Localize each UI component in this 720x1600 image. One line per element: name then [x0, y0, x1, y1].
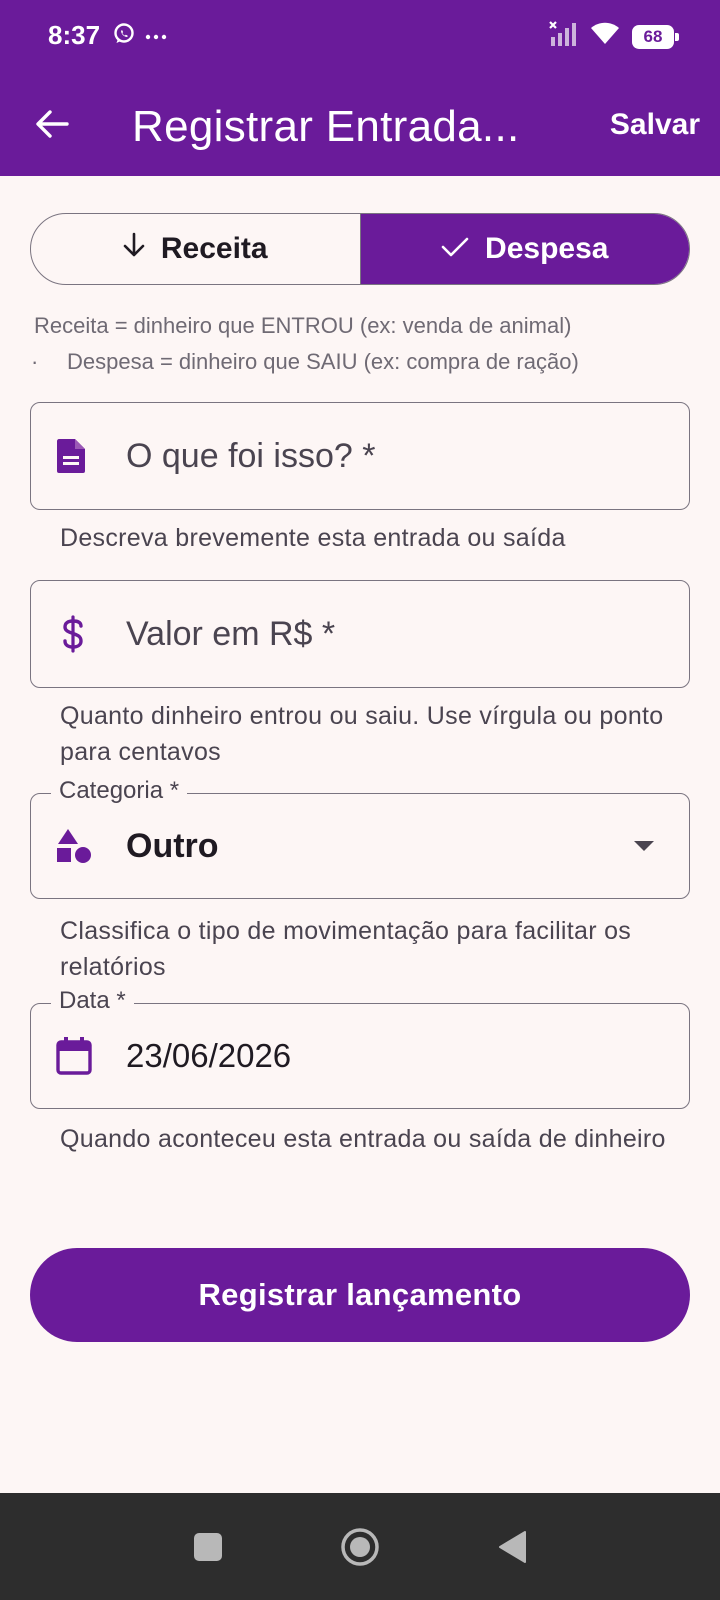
app-bar: 8:37 68 Registrar Entrada... Salvar [0, 0, 720, 176]
back-button[interactable] [26, 100, 78, 152]
category-dropdown[interactable]: Categoria * Outro [30, 777, 690, 899]
chevron-down-icon [633, 794, 655, 898]
date-field[interactable]: Data * 23/06/2026 [30, 987, 690, 1109]
submit-button[interactable]: Registrar lançamento [30, 1248, 690, 1342]
back-triangle-icon[interactable] [472, 1493, 552, 1600]
category-shapes-icon [55, 794, 93, 898]
description-helper: Descreva brevemente esta entrada ou saíd… [60, 524, 566, 552]
amount-placeholder: Valor em R$ * [126, 614, 336, 653]
arrow-back-icon [35, 109, 69, 144]
hint-receita: Receita = dinheiro que ENTROU (ex: venda… [34, 313, 572, 338]
type-toggle: Receita Despesa [30, 213, 690, 285]
date-helper: Quando aconteceu esta entrada ou saída d… [60, 1125, 666, 1153]
arrow-down-icon [123, 232, 145, 266]
toggle-despesa[interactable]: Despesa [360, 214, 689, 284]
date-value: 23/06/2026 [126, 1037, 292, 1074]
status-right: 68 [548, 20, 679, 53]
description-placeholder: O que foi isso? * [126, 436, 376, 475]
more-dots-icon [144, 28, 168, 46]
toggle-receita[interactable]: Receita [31, 214, 361, 284]
amount-helper: Quanto dinheiro entrou ou saiu. Use vírg… [60, 702, 664, 766]
system-nav-bar [0, 1493, 720, 1600]
wifi-icon [590, 22, 620, 51]
amount-field[interactable]: Valor em R$ * [30, 580, 690, 688]
dollar-icon [61, 581, 85, 687]
whatsapp-icon [112, 22, 136, 51]
document-icon [55, 403, 87, 509]
battery-indicator: 68 [632, 24, 679, 49]
status-left-icons [112, 22, 168, 51]
category-value: Outro [126, 826, 219, 865]
hint-despesa: Despesa = dinheiro que SAIU (ex: compra … [67, 349, 579, 374]
page-title: Registrar Entrada... [132, 102, 520, 151]
home-icon[interactable] [320, 1493, 400, 1600]
check-icon [441, 232, 469, 266]
toggle-receita-label: Receita [160, 232, 268, 265]
toggle-despesa-label: Despesa [485, 232, 609, 265]
calendar-icon [55, 1004, 93, 1108]
category-helper: Classifica o tipo de movimentação para f… [60, 917, 632, 981]
description-field[interactable]: O que foi isso? * [30, 402, 690, 510]
recent-apps-icon[interactable] [168, 1493, 248, 1600]
save-button[interactable]: Salvar [610, 108, 700, 142]
signal-off-icon [548, 20, 578, 53]
hint-bullet: · [31, 349, 39, 374]
status-time: 8:37 [48, 20, 101, 50]
